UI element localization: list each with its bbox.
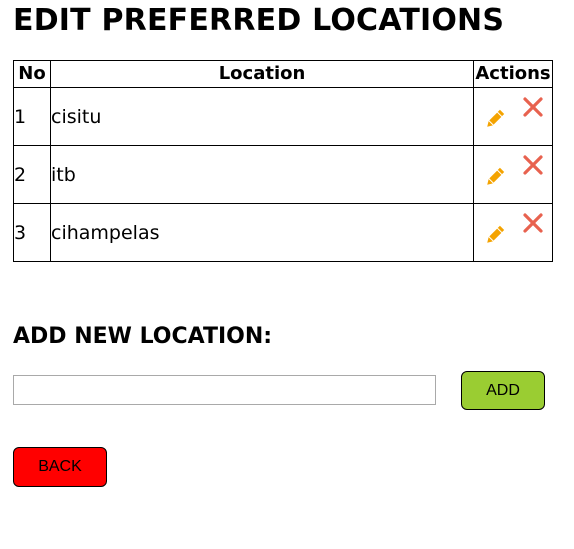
table-header-row: No Location Actions	[13, 60, 553, 88]
pencil-icon[interactable]	[483, 165, 507, 189]
location-name: cisitu	[50, 87, 474, 146]
row-number: 3	[13, 203, 51, 262]
location-name: itb	[50, 145, 474, 204]
row-number: 1	[13, 87, 51, 146]
pencil-icon[interactable]	[483, 107, 507, 131]
page-title: EDIT PREFERRED LOCATIONS	[13, 3, 505, 38]
close-icon[interactable]	[522, 96, 544, 118]
new-location-input[interactable]	[13, 375, 436, 405]
back-button[interactable]: BACK	[13, 447, 107, 487]
close-icon[interactable]	[522, 154, 544, 176]
add-button[interactable]: ADD	[461, 371, 545, 410]
row-actions	[473, 87, 553, 146]
column-header-actions: Actions	[473, 60, 553, 88]
row-actions	[473, 145, 553, 204]
table-row: 1 cisitu	[13, 87, 553, 146]
column-header-location: Location	[50, 60, 474, 88]
row-actions	[473, 203, 553, 262]
table-row: 2 itb	[13, 145, 553, 204]
location-name: cihampelas	[50, 203, 474, 262]
pencil-icon[interactable]	[483, 223, 507, 247]
table-row: 3 cihampelas	[13, 203, 553, 262]
add-location-heading: ADD NEW LOCATION:	[13, 324, 273, 349]
column-header-no: No	[13, 60, 51, 88]
close-icon[interactable]	[522, 212, 544, 234]
locations-table: No Location Actions 1 cisitu 2 itb 3 cih…	[13, 60, 553, 262]
row-number: 2	[13, 145, 51, 204]
